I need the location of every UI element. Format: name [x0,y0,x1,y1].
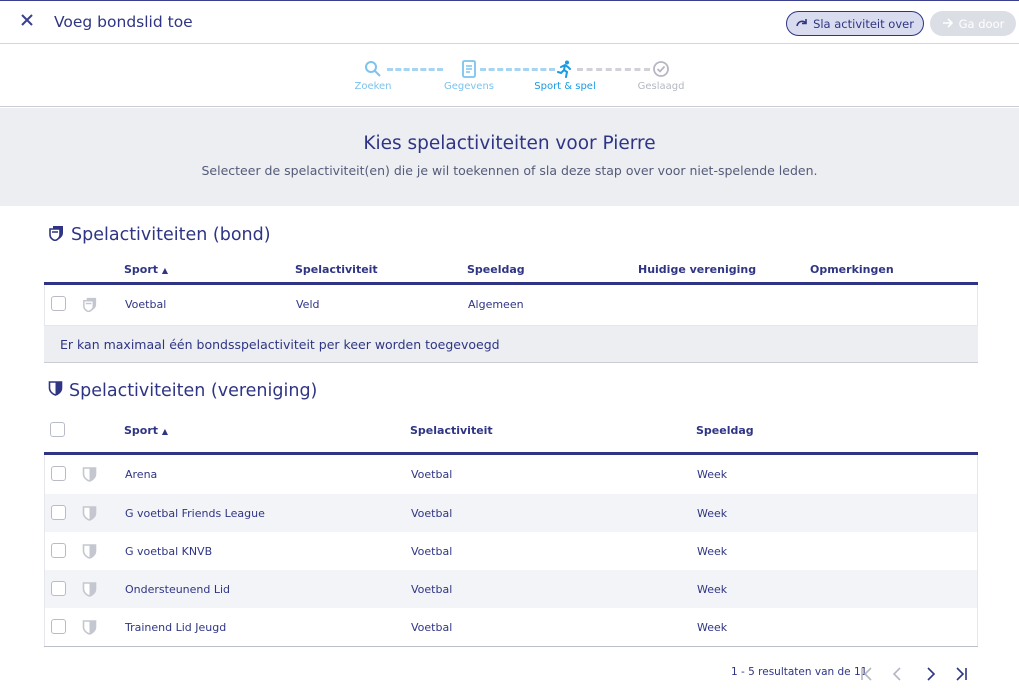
cell-day: Week [697,545,728,558]
step-gegevens: Gegevens [429,60,509,92]
cell-day: Algemeen [468,298,524,311]
cell-day: Week [697,507,728,520]
shield-icon [82,581,98,597]
continue-label: Ga door [958,16,1005,31]
cell-activity: Voetbal [411,507,453,520]
progress-stepper: Zoeken Gegevens Sport & spel Geslaagd [0,44,1019,107]
intro-heading: Kies spelactiviteiten voor Pierre [363,133,656,154]
column-header-activity[interactable]: Spelactiviteit [410,424,493,437]
redo-arrow-icon [796,17,808,31]
club-section-label: Spelactiviteiten (vereniging) [69,380,318,401]
first-page-icon[interactable] [859,666,875,682]
row-checkbox[interactable] [51,619,66,634]
cell-day: Week [697,583,728,596]
continue-button[interactable]: Ga door [930,11,1016,36]
step-sport-spel: Sport & spel [525,60,605,92]
cell-sport: Trainend Lid Jeugd [125,621,227,634]
cell-activity: Veld [296,298,320,311]
club-activities-table: Sport ▲ Spelactiviteit Speeldag Arena Voe… [44,416,978,647]
previous-page-icon[interactable] [890,666,906,682]
table-row[interactable]: Arena Voetbal Week [44,455,978,494]
bond-badge-icon [82,296,98,313]
row-checkbox[interactable] [51,543,66,558]
table-row[interactable]: Trainend Lid Jeugd Voetbal Week [44,608,978,646]
pagination-summary: 1 - 5 resultaten van de 11 [731,666,868,678]
document-icon [460,60,478,78]
select-all-checkbox[interactable] [50,422,65,437]
table-row[interactable]: G voetbal KNVB Voetbal Week [44,532,978,570]
page-title: Voeg bondslid toe [54,13,193,31]
cell-day: Week [697,468,728,481]
cell-sport: Ondersteunend Lid [125,583,231,596]
skip-activity-button[interactable]: Sla activiteit over [786,11,924,36]
skip-activity-label: Sla activiteit over [813,16,914,31]
shield-icon [82,619,98,635]
shield-icon [82,543,98,559]
step-label: Gegevens [443,81,495,92]
table-row[interactable]: G voetbal Friends League Voetbal Week [44,494,978,532]
step-label: Sport & spel [534,81,596,92]
running-person-icon [556,60,574,78]
cell-activity: Voetbal [411,583,453,596]
check-circle-icon [652,60,670,78]
next-page-icon[interactable] [922,666,938,682]
cell-activity: Voetbal [411,468,453,481]
cell-sport: G voetbal Friends League [125,507,265,520]
intro-banner: Kies spelactiviteiten voor Pierre Select… [0,108,1019,206]
table-row[interactable]: Voetbal Veld Algemeen [44,285,978,325]
table-row[interactable]: Ondersteunend Lid Voetbal Week [44,570,978,608]
top-bar: Voeg bondslid toe Sla activiteit over Ga… [0,0,1019,44]
row-checkbox[interactable] [51,296,66,311]
column-header-club[interactable]: Huidige vereniging [638,263,756,276]
last-page-icon[interactable] [953,666,969,682]
shield-icon [82,505,98,521]
cell-day: Week [697,621,728,634]
shield-icon [48,380,63,401]
column-header-day[interactable]: Speeldag [696,424,754,437]
step-geslaagd: Geslaagd [621,60,701,92]
cell-activity: Voetbal [411,545,453,558]
sort-asc-icon: ▲ [161,266,169,275]
step-label: Zoeken [354,81,392,92]
cell-sport: Voetbal [125,298,167,311]
table-header: Sport ▲ Spelactiviteit Speeldag Huidige … [44,255,978,285]
club-section-title: Spelactiviteiten (vereniging) [48,380,317,401]
close-icon[interactable] [18,13,36,31]
row-checkbox[interactable] [51,505,66,520]
search-icon [364,60,382,78]
table-header: Sport ▲ Spelactiviteit Speeldag [44,416,978,455]
column-header-activity[interactable]: Spelactiviteit [295,263,378,276]
column-header-remarks[interactable]: Opmerkingen [810,263,894,276]
bond-activities-table: Sport ▲ Spelactiviteit Speeldag Huidige … [44,255,978,363]
bond-section-label: Spelactiviteiten (bond) [71,225,271,245]
row-checkbox[interactable] [51,466,66,481]
cell-activity: Voetbal [411,621,453,634]
bond-badge-icon [48,224,65,246]
bond-limit-notice: Er kan maximaal één bondsspelactiviteit … [44,325,978,363]
step-label: Geslaagd [637,81,685,92]
bond-section-title: Spelactiviteiten (bond) [48,224,271,246]
column-header-sport[interactable]: Sport ▲ [124,263,168,276]
row-checkbox[interactable] [51,581,66,596]
sort-asc-icon: ▲ [161,427,169,436]
cell-sport: Arena [125,468,158,481]
step-zoeken: Zoeken [333,60,413,92]
arrow-right-icon [942,17,954,31]
cell-sport: G voetbal KNVB [125,545,213,558]
intro-subtext: Selecteer de spelactiviteit(en) die je w… [201,163,818,178]
column-header-sport[interactable]: Sport ▲ [124,424,168,437]
column-header-day[interactable]: Speeldag [467,263,525,276]
shield-icon [82,466,98,482]
